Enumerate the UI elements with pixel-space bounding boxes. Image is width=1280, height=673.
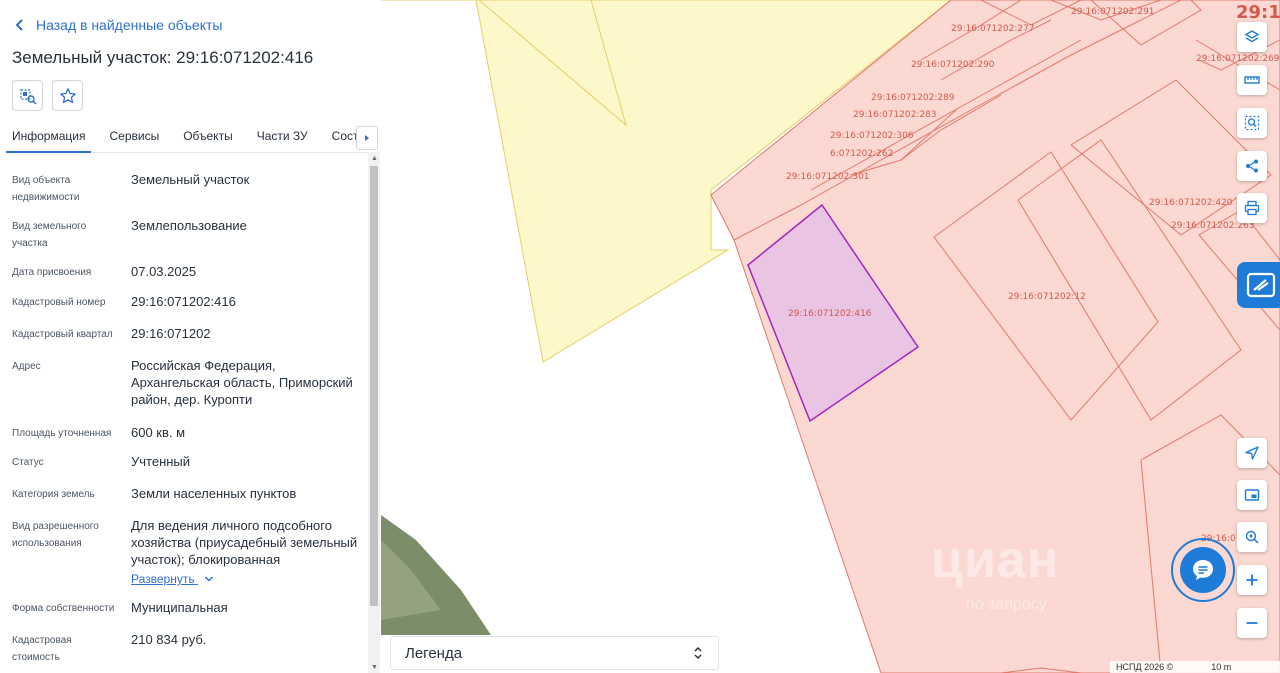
tab-objects[interactable]: Объекты <box>183 125 233 153</box>
minimap-icon <box>1244 489 1260 501</box>
property-value: Российская Федерация, Архангельская обла… <box>131 358 353 407</box>
zoom-out-button[interactable] <box>1237 608 1267 638</box>
object-panel: Назад в найденные объекты Земельный учас… <box>0 0 381 673</box>
attribution-text: НСПД 2026 © <box>1116 662 1174 672</box>
print-button[interactable] <box>1237 193 1267 223</box>
property-label: Дата присвоения <box>12 267 92 278</box>
chevron-left-icon <box>15 19 23 31</box>
ruler-button[interactable] <box>1237 65 1267 95</box>
property-label: Статус <box>12 457 44 468</box>
property-value: Учтенный <box>131 454 191 469</box>
parcel-label: 29:16:071202:420 <box>1149 198 1233 208</box>
scale-label: 10 m <box>1211 662 1232 672</box>
tabs-scroll-right-button[interactable] <box>356 126 378 150</box>
legend-dropdown[interactable]: Легенда <box>390 636 719 670</box>
back-to-results-link[interactable]: Назад в найденные объекты <box>14 17 222 33</box>
parcel-label: 29:16:071202:277 <box>951 24 1035 34</box>
legend-label: Легенда <box>405 644 463 662</box>
property-label: Категория земель <box>12 489 95 500</box>
expand-label: Развернуть <box>131 572 195 586</box>
star-icon <box>59 87 76 103</box>
parcel-label: 29:16:071202:283 <box>853 110 937 120</box>
plus-icon <box>1246 574 1258 586</box>
property-value-text: Для ведения личного подсобного хозяйства… <box>131 518 358 567</box>
tab-information[interactable]: Информация <box>6 125 92 153</box>
property-value: 600 кв. м <box>131 425 186 440</box>
zoom-to-object-button[interactable] <box>12 80 43 111</box>
chat-button[interactable] <box>1171 538 1235 602</box>
caret-right-icon <box>365 135 369 141</box>
property-value: Для ведения личного подсобного хозяйства… <box>131 517 363 588</box>
watermark: циан <box>931 531 1060 589</box>
parcel-label: 29:16 <box>1236 2 1280 23</box>
map-attribution: НСПД 2026 © 10 m <box>1110 661 1280 673</box>
marker-search-button[interactable] <box>1237 522 1267 552</box>
tab-bar: Информация Сервисы Объекты Части ЗУ Сост… <box>6 125 378 153</box>
property-value: Землепользование <box>131 218 247 233</box>
parcel-label: 29:16:071202:269 <box>1196 54 1280 64</box>
selected-parcel-label: 29:16:071202:416 <box>788 309 872 319</box>
property-label: Кадастровый квартал <box>12 329 113 340</box>
print-icon <box>1244 200 1260 216</box>
property-label: Вид разрешенного использования <box>12 521 99 549</box>
expand-link[interactable]: Развернуть <box>131 571 214 588</box>
parcel-label: 29:16:071202:301 <box>786 172 870 182</box>
property-label: Адрес <box>12 361 41 372</box>
parcel-label: 29:16:071202:12 <box>1008 292 1086 302</box>
parcel-label: 29:16:071202:289 <box>871 93 955 103</box>
property-label: Форма собственности <box>12 603 115 614</box>
favorite-button[interactable] <box>52 80 83 111</box>
locate-object-icon <box>19 88 37 105</box>
property-label: Вид объекта недвижимости <box>12 175 80 203</box>
property-value: 210 834 руб. <box>131 632 207 647</box>
map-canvas[interactable]: 29:16:071202:291 29:16:071202:277 29:16:… <box>381 0 1280 673</box>
minimap-button[interactable] <box>1237 480 1267 510</box>
parcel-label: 29:16:071202:306 <box>830 131 914 141</box>
property-value: Муниципальная <box>131 600 228 615</box>
geolocation-button[interactable] <box>1237 438 1267 468</box>
nspd-logo-icon <box>1246 272 1276 298</box>
property-label: Вид земельного участка <box>12 221 87 249</box>
property-value: 29:16:071202:416 <box>131 294 236 309</box>
back-label: Назад в найденные объекты <box>36 17 223 33</box>
property-value: 07.03.2025 <box>131 264 197 279</box>
chat-button-inner <box>1180 547 1226 593</box>
property-value: Земли населенных пунктов <box>131 486 297 501</box>
zoom-in-button[interactable] <box>1237 565 1267 595</box>
parcel-label: 29:16:071202:291 <box>1071 7 1155 17</box>
watermark-sub: по запросу <box>966 596 1047 613</box>
layers-button[interactable] <box>1237 22 1267 52</box>
layers-icon <box>1244 30 1260 43</box>
minus-icon <box>1246 622 1258 624</box>
property-value: 29:16:071202 <box>131 326 211 341</box>
ruler-icon <box>1244 76 1260 84</box>
scroll-up-arrow[interactable]: ▲ <box>371 155 378 162</box>
property-label: Кадастровый номер <box>12 297 106 308</box>
property-label: Площадь уточненная <box>12 428 112 439</box>
chat-bubble-icon <box>1193 560 1213 580</box>
share-icon <box>1246 159 1258 173</box>
nspd-app-button[interactable] <box>1237 262 1280 308</box>
share-button[interactable] <box>1237 151 1267 181</box>
parcel-label: 29:16:071202:290 <box>911 60 995 70</box>
tab-services[interactable]: Сервисы <box>109 125 159 153</box>
chevron-down-icon <box>204 576 213 582</box>
property-value: Земельный участок <box>131 172 250 187</box>
parcel-label: 6:071202:262 <box>830 149 893 159</box>
area-search-button[interactable] <box>1237 108 1267 138</box>
sort-chevrons-icon <box>694 646 702 660</box>
property-label: Кадастровая стоимость <box>12 635 72 663</box>
scroll-down-arrow[interactable]: ▼ <box>371 664 378 671</box>
area-search-icon <box>1244 115 1260 131</box>
navigation-arrow-icon <box>1245 446 1259 460</box>
map-layer: 29:16:071202:291 29:16:071202:277 29:16:… <box>381 0 1280 673</box>
page-title: Земельный участок: 29:16:071202:416 <box>12 48 314 67</box>
scrollbar-thumb[interactable] <box>370 166 378 606</box>
tab-parts[interactable]: Части ЗУ <box>257 125 308 153</box>
location-search-icon <box>1245 530 1259 544</box>
